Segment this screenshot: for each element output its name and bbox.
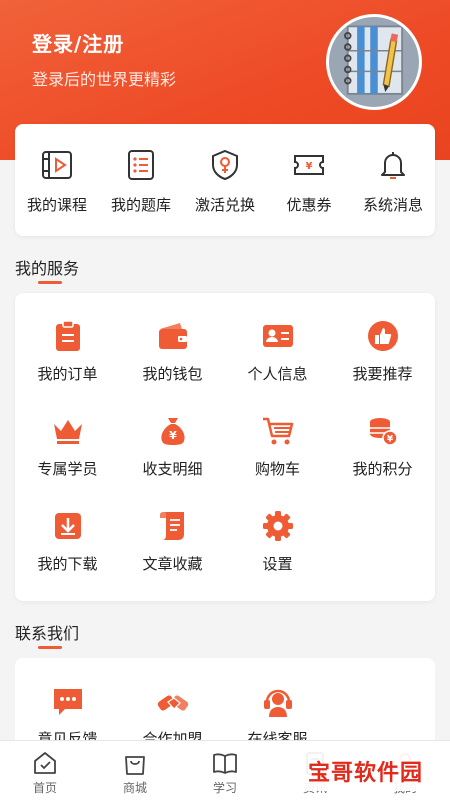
- tab-label-study: 学习: [212, 781, 237, 795]
- quick-label-coupon: 优惠券: [286, 196, 332, 214]
- service-item-profile-info[interactable]: 个人信息: [225, 293, 330, 388]
- contact-card: 意见反馈 合作加盟 在线客服: [15, 658, 435, 748]
- svg-text:¥: ¥: [386, 435, 393, 445]
- tab-study[interactable]: 学习: [180, 741, 270, 800]
- service-item-wallet[interactable]: 我的钱包: [120, 293, 225, 388]
- quick-item-messages[interactable]: 系统消息: [351, 124, 435, 236]
- section-title-contact: 联系我们: [15, 624, 80, 643]
- service-label-cart: 购物车: [254, 460, 300, 478]
- service-label-vip-student: 专属学员: [37, 460, 98, 478]
- quick-item-courses[interactable]: 我的课程: [15, 124, 99, 236]
- quick-links-card: 我的课程 我的题库 激活兑换 ¥ 优惠券 系统消息: [15, 124, 435, 236]
- service-label-downloads: 我的下载: [37, 555, 98, 573]
- gear-icon: [262, 511, 293, 541]
- contact-item-support[interactable]: 在线客服: [225, 658, 330, 748]
- service-label-settings: 设置: [262, 555, 293, 573]
- avatar-notebook-icon: [329, 17, 419, 107]
- quick-label-activate: 激活兑换: [194, 196, 255, 214]
- thumbs-up-icon: [367, 321, 398, 351]
- quick-item-activate[interactable]: 激活兑换: [183, 124, 267, 236]
- contact-item-feedback[interactable]: 意见反馈: [15, 658, 120, 748]
- quick-label-messages: 系统消息: [362, 196, 423, 214]
- question-bank-icon: [128, 150, 154, 180]
- money-bag-icon: ¥: [160, 418, 185, 445]
- quick-label-question-bank: 我的题库: [110, 196, 171, 214]
- svg-text:¥: ¥: [306, 161, 313, 172]
- svg-text:¥: ¥: [169, 429, 177, 442]
- service-item-favorites[interactable]: 文章收藏: [120, 483, 225, 578]
- services-card: 我的订单 我的钱包 个人信息 我要推荐 专属学员 ¥ 收支明细 购物车 ¥ 我的…: [15, 293, 435, 601]
- service-item-cart[interactable]: 购物车: [225, 388, 330, 483]
- watermark-text: 宝哥软件园: [308, 761, 424, 786]
- tab-label-shop: 商城: [122, 781, 147, 795]
- service-label-recommend: 我要推荐: [352, 365, 413, 383]
- service-label-orders: 我的订单: [37, 365, 98, 383]
- scroll-icon: [159, 512, 184, 540]
- contact-item-empty: [330, 658, 435, 748]
- service-label-wallet: 我的钱包: [142, 365, 203, 383]
- tab-label-home: 首页: [32, 781, 57, 795]
- service-item-vip-student[interactable]: 专属学员: [15, 388, 120, 483]
- quick-item-question-bank[interactable]: 我的题库: [99, 124, 183, 236]
- wallet-icon: [158, 323, 187, 349]
- quick-item-coupon[interactable]: ¥ 优惠券: [267, 124, 351, 236]
- service-item-points[interactable]: ¥ 我的积分: [330, 388, 435, 483]
- book-icon: [213, 753, 237, 774]
- login-register-link[interactable]: 登录/注册: [32, 28, 124, 57]
- tab-shop[interactable]: 商城: [90, 741, 180, 800]
- bell-icon: [381, 152, 405, 179]
- order-clipboard-icon: [55, 320, 80, 351]
- quick-label-courses: 我的课程: [26, 196, 87, 214]
- id-card-icon: [262, 325, 293, 347]
- service-label-profile-info: 个人信息: [247, 365, 308, 383]
- avatar[interactable]: [326, 14, 422, 110]
- contact-item-partnership[interactable]: 合作加盟: [120, 658, 225, 748]
- service-item-orders[interactable]: 我的订单: [15, 293, 120, 388]
- coins-icon: ¥: [369, 418, 398, 446]
- activate-shield-icon: [212, 149, 238, 181]
- cart-icon: [262, 417, 293, 445]
- crown-icon: [53, 420, 82, 444]
- service-label-favorites: 文章收藏: [142, 555, 203, 573]
- course-video-icon: [42, 151, 72, 179]
- service-item-transactions[interactable]: ¥ 收支明细: [120, 388, 225, 483]
- coupon-icon: ¥: [294, 155, 324, 175]
- service-item-settings[interactable]: 设置: [225, 483, 330, 578]
- service-item-recommend[interactable]: 我要推荐: [330, 293, 435, 388]
- download-icon: [54, 513, 81, 539]
- login-subtitle: 登录后的世界更精彩: [32, 70, 177, 89]
- home-icon: [34, 752, 56, 774]
- tab-home[interactable]: 首页: [0, 741, 90, 800]
- watermark: 宝哥软件园: [302, 751, 444, 791]
- section-underline-services: [38, 281, 62, 284]
- service-item-downloads[interactable]: 我的下载: [15, 483, 120, 578]
- shop-bag-icon: [125, 756, 145, 775]
- section-underline-contact: [38, 646, 62, 649]
- service-label-transactions: 收支明细: [142, 460, 203, 478]
- handshake-icon: [157, 695, 188, 711]
- headset-icon: [263, 689, 292, 717]
- feedback-chat-icon: [53, 689, 82, 715]
- service-label-points: 我的积分: [352, 460, 413, 478]
- section-title-services: 我的服务: [15, 259, 80, 278]
